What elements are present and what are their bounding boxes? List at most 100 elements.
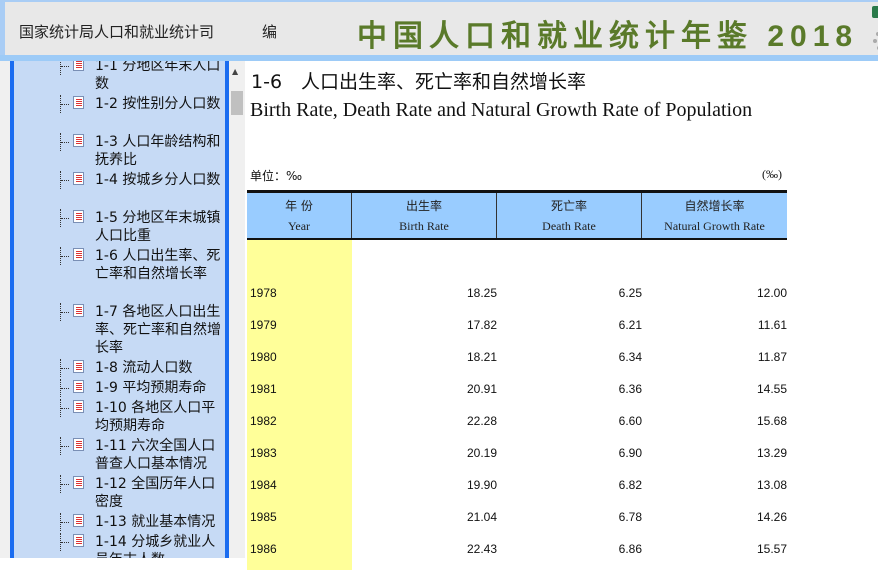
tree-connector [60,95,74,113]
natural-growth-rate-cell: 13.08 [756,478,787,492]
birth-rate-cell: 19.90 [466,478,497,492]
tree-connector [60,475,74,493]
table-row: 1978 18.25 6.25 12.00 [247,272,787,304]
natural-growth-rate-cell: 12.00 [756,286,787,300]
tree-connector [60,399,74,417]
death-rate-cell: 6.82 [618,478,642,492]
year-cell: 1981 [250,382,277,396]
birth-rate-cell: 21.04 [466,510,497,524]
scrollbar-thumb[interactable] [231,91,243,115]
birth-rate-cell: 20.19 [466,446,497,460]
document-icon [73,304,84,317]
tree-connector [60,437,74,455]
scroll-up-arrow-icon[interactable]: ▲ [232,67,238,76]
toc-item-label[interactable]: 1-12 全国历年人口密度 [95,475,225,511]
table-row: 1982 22.28 6.60 15.68 [247,400,787,432]
document-icon [73,534,84,547]
table-row: 1984 19.90 6.82 13.08 [247,464,787,496]
table-row: 1981 20.91 6.36 14.55 [247,368,787,400]
natural-growth-rate-cell: 15.68 [756,414,787,428]
logo-icon [872,6,878,50]
birth-rate-cell: 22.28 [466,414,497,428]
toc-item-label[interactable]: 1-6 人口出生率、死亡率和自然增长率 [95,247,225,283]
tree-connector [60,247,74,265]
table-title-en: Birth Rate, Death Rate and Natural Growt… [250,99,753,121]
document-icon [73,380,84,393]
year-cell: 1982 [250,414,277,428]
tree-connector [60,133,74,151]
toc-item-label[interactable]: 1-10 各地区人口平均预期寿命 [95,399,225,435]
toc-item-label[interactable]: 1-7 各地区人口出生率、死亡率和自然增长率 [95,303,225,357]
toc-item-label[interactable]: 1-3 人口年龄结构和抚养比 [95,133,225,169]
year-cell: 1978 [250,286,277,300]
year-cell: 1985 [250,510,277,524]
document-icon [73,96,84,109]
header-natural-growth-rate: 自然增长率 Natural Growth Rate [664,199,765,233]
death-rate-cell: 6.60 [618,414,642,428]
tree-connector [60,61,74,75]
table-row: 1983 20.19 6.90 13.29 [247,432,787,464]
editor-label: 编 [262,23,278,41]
death-rate-cell: 6.78 [618,510,642,524]
year-cell: 1980 [250,350,277,364]
document-icon [73,514,84,527]
toc-item-label[interactable]: 1-1 分地区年末人口数 [95,61,225,93]
toc-sidebar: 1-1 分地区年末人口数 1-2 按性别分人口数 1-3 人口年龄结构和抚养比 1-4… [0,61,230,558]
natural-growth-rate-cell: 13.29 [756,446,787,460]
toc-item-label[interactable]: 1-4 按城乡分人口数 [95,171,225,189]
header-birth-rate: 出生率 Birth Rate [352,193,497,238]
birth-rate-cell: 18.21 [466,350,497,364]
natural-growth-rate-cell: 11.61 [757,318,787,332]
toc-item-label[interactable]: 1-11 六次全国人口普查人口基本情况 [95,437,225,473]
natural-growth-rate-cell: 11.87 [757,350,787,364]
data-table-body: 1978 18.25 6.25 12.00 1979 17.82 6.21 11.61 1980… [247,272,787,560]
document-icon [73,438,84,451]
table-row: 1980 18.21 6.34 11.87 [247,336,787,368]
tree-connector [60,303,74,321]
natural-growth-rate-cell: 14.26 [756,510,787,524]
table-row: 1986 22.43 6.86 15.57 [247,528,787,560]
sidebar-scrollbar[interactable]: ▲ [229,61,245,558]
tree-connector [60,513,74,531]
document-icon [73,134,84,147]
publisher-name: 国家统计局人口和就业统计司 [19,23,215,41]
birth-rate-cell: 17.82 [466,318,497,332]
tree-connector [60,379,74,397]
death-rate-cell: 6.21 [618,318,642,332]
document-icon [73,172,84,185]
unit-label-cn: 单位：‰ [250,169,303,183]
table-row: 1985 21.04 6.78 14.26 [247,496,787,528]
birth-rate-cell: 18.25 [466,286,497,300]
natural-growth-rate-cell: 15.57 [756,542,787,556]
toc-item-label[interactable]: 1-14 分城乡就业人员年末人数 [95,533,225,558]
toc-tree: 1-1 分地区年末人口数 1-2 按性别分人口数 1-3 人口年龄结构和抚养比 1-4… [10,61,229,558]
death-rate-cell: 6.34 [618,350,642,364]
table-row: 1979 17.82 6.21 11.61 [247,304,787,336]
year-cell: 1979 [250,318,277,332]
data-table-header: 年 份 Year 出生率 Birth Rate 死亡率 Death Rate 自然增长… [247,190,787,240]
toc-item-label[interactable]: 1-13 就业基本情况 [95,513,225,531]
toc-item-label[interactable]: 1-2 按性别分人口数 [95,95,225,113]
year-cell: 1984 [250,478,277,492]
book-title: 中国人口和就业统计年鉴 2018 [357,20,859,53]
document-icon [73,248,84,261]
toc-item-label[interactable]: 1-8 流动人口数 [95,359,225,377]
year-cell: 1983 [250,446,277,460]
document-icon [73,61,84,71]
toc-item-label[interactable]: 1-9 平均预期寿命 [95,379,225,397]
death-rate-cell: 6.90 [618,446,642,460]
year-cell: 1986 [250,542,277,556]
natural-growth-rate-cell: 14.55 [756,382,787,396]
content-pane: 1-6 人口出生率、死亡率和自然增长率 Birth Rate, Death Ra… [245,61,878,570]
toc-item-label[interactable]: 1-5 分地区年末城镇人口比重 [95,209,225,245]
document-icon [73,360,84,373]
header-year: 年 份 Year [247,193,352,238]
header-banner: 国家统计局人口和就业统计司 编 中国人口和就业统计年鉴 2018 [0,0,878,55]
tree-connector [60,209,74,227]
birth-rate-cell: 22.43 [466,542,497,556]
document-icon [73,400,84,413]
header-death-rate: 死亡率 Death Rate [497,193,642,238]
document-icon [73,476,84,489]
death-rate-cell: 6.86 [618,542,642,556]
death-rate-cell: 6.25 [618,286,642,300]
